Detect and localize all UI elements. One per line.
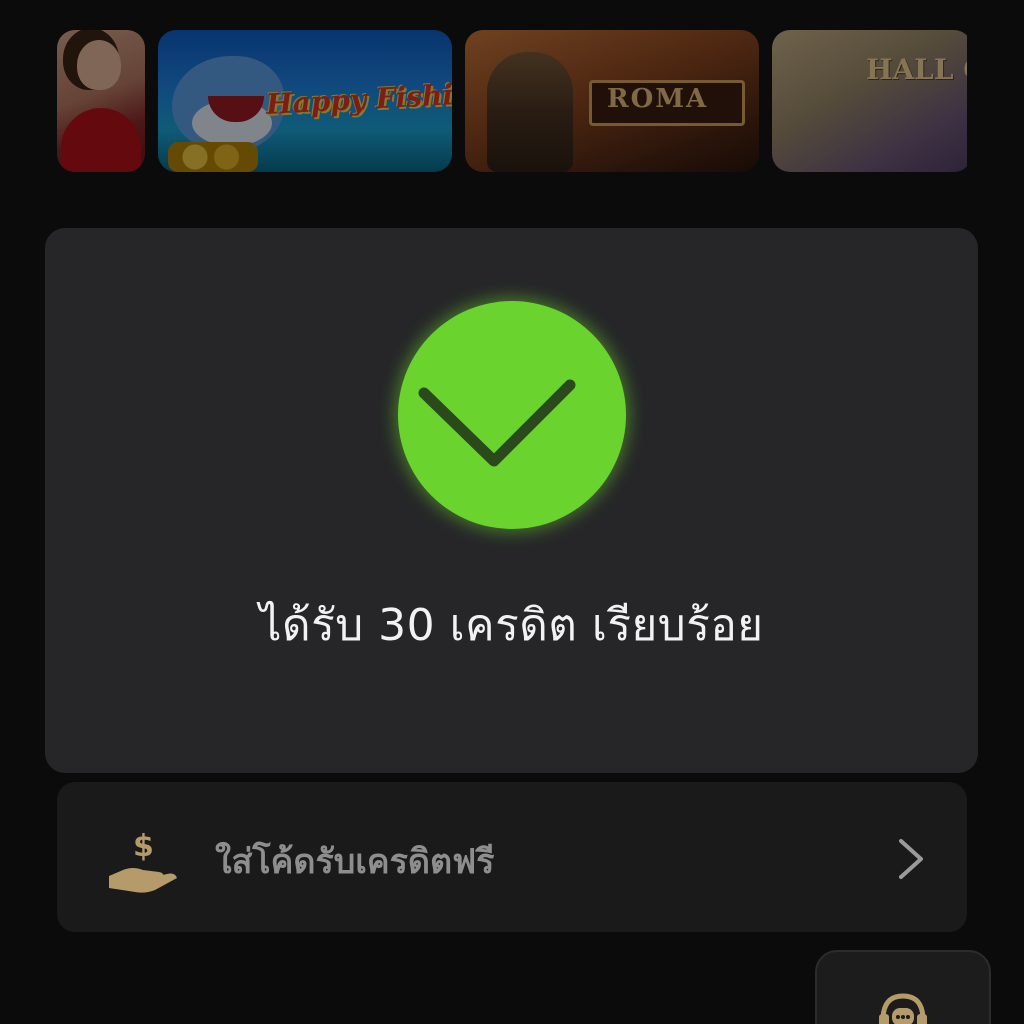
game-thumb-happy-fishing[interactable]: Happy Fishing xyxy=(158,30,452,172)
game-thumb-portrait[interactable] xyxy=(57,30,145,172)
redeem-code-label: ใส่โค้ดรับเครดิตฟรี xyxy=(215,842,495,882)
portrait-figure xyxy=(77,40,121,90)
success-card: ได้รับ 30 เครดิต เรียบร้อย xyxy=(45,228,978,773)
redeem-code-row[interactable]: $ ใส่โค้ดรับเครดิตฟรี xyxy=(57,782,967,932)
hand-money-icon: $ xyxy=(105,826,181,896)
check-icon xyxy=(398,301,626,529)
game-title: Happy Fishing xyxy=(265,76,452,121)
headset-chat-icon xyxy=(875,990,931,1024)
warrior-figure xyxy=(487,52,573,172)
support-chat-button[interactable] xyxy=(815,950,991,1024)
game-thumb-roma[interactable]: ROMA xyxy=(465,30,759,172)
page: Happy Fishing ROMA HALL OF GODS ได้รับ 3… xyxy=(0,0,1024,1024)
coins-pile xyxy=(168,142,258,172)
game-thumb-hall-of-gods[interactable]: HALL OF GODS xyxy=(772,30,967,172)
game-title: HALL OF GODS xyxy=(866,53,967,86)
chevron-right-icon xyxy=(893,837,929,881)
game-carousel[interactable]: Happy Fishing ROMA HALL OF GODS xyxy=(57,30,967,172)
svg-text:$: $ xyxy=(133,829,154,864)
success-message: ได้รับ 30 เครดิต เรียบร้อย xyxy=(259,600,764,651)
game-title: ROMA xyxy=(607,84,709,114)
portrait-dress xyxy=(61,108,141,172)
check-mark-svg xyxy=(418,379,576,467)
